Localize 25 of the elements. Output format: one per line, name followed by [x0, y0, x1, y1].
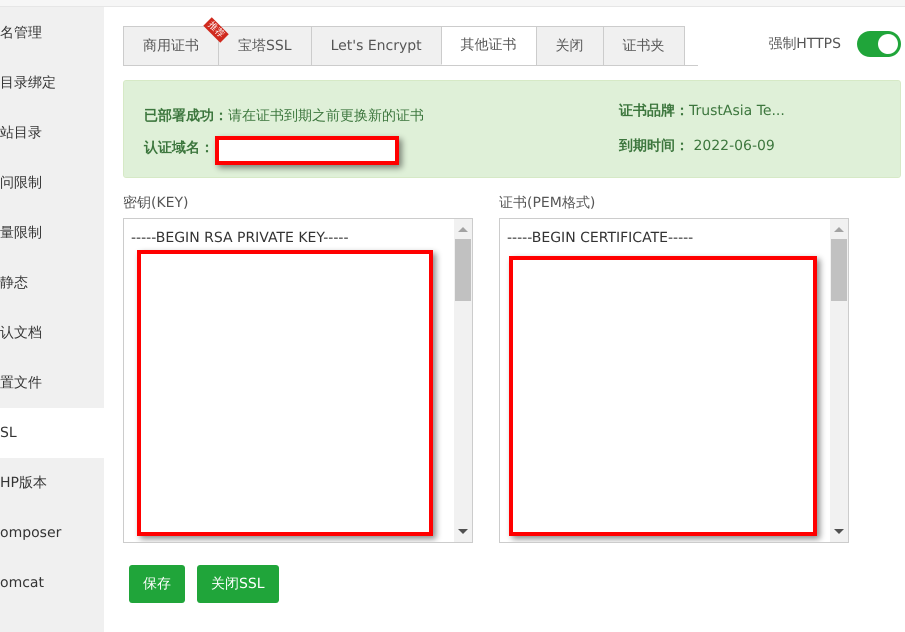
scroll-up-icon[interactable]: [458, 227, 468, 232]
code-field[interactable]: -----BEGIN RSA PRIVATE KEY-----: [123, 218, 473, 543]
toggle-label: 强制HTTPS: [768, 34, 841, 54]
domain-label: 认证域名：: [144, 139, 214, 158]
tab[interactable]: 证书夹: [602, 26, 685, 65]
scroll-down-icon[interactable]: [834, 529, 844, 534]
scrollbar[interactable]: [830, 219, 848, 542]
code-field[interactable]: -----BEGIN CERTIFICATE-----: [499, 218, 849, 543]
code-line: -----BEGIN CERTIFICATE-----: [507, 229, 694, 248]
brand-text: 证书品牌：TrustAsia Te...: [619, 102, 785, 121]
tab[interactable]: Let's Encrypt: [310, 26, 442, 65]
sidebar-item[interactable]: SL: [0, 408, 104, 458]
scroll-thumb[interactable]: [831, 239, 847, 301]
scrollbar[interactable]: [454, 219, 472, 542]
status-text: 已部署成功：请在证书到期之前更换新的证书: [144, 106, 424, 126]
tab[interactable]: 其他证书: [440, 26, 537, 65]
field-label: 密钥(KEY): [123, 194, 190, 212]
scroll-up-icon[interactable]: [834, 227, 844, 232]
scroll-thumb[interactable]: [455, 239, 471, 301]
code-line: -----BEGIN RSA PRIVATE KEY-----: [131, 229, 350, 248]
tab[interactable]: 关闭: [536, 26, 604, 65]
field-label: 证书(PEM格式): [499, 194, 596, 212]
scroll-down-icon[interactable]: [458, 529, 468, 534]
https-toggle[interactable]: [857, 31, 901, 57]
expiry-text: 到期时间： 2022-06-09: [619, 137, 776, 156]
